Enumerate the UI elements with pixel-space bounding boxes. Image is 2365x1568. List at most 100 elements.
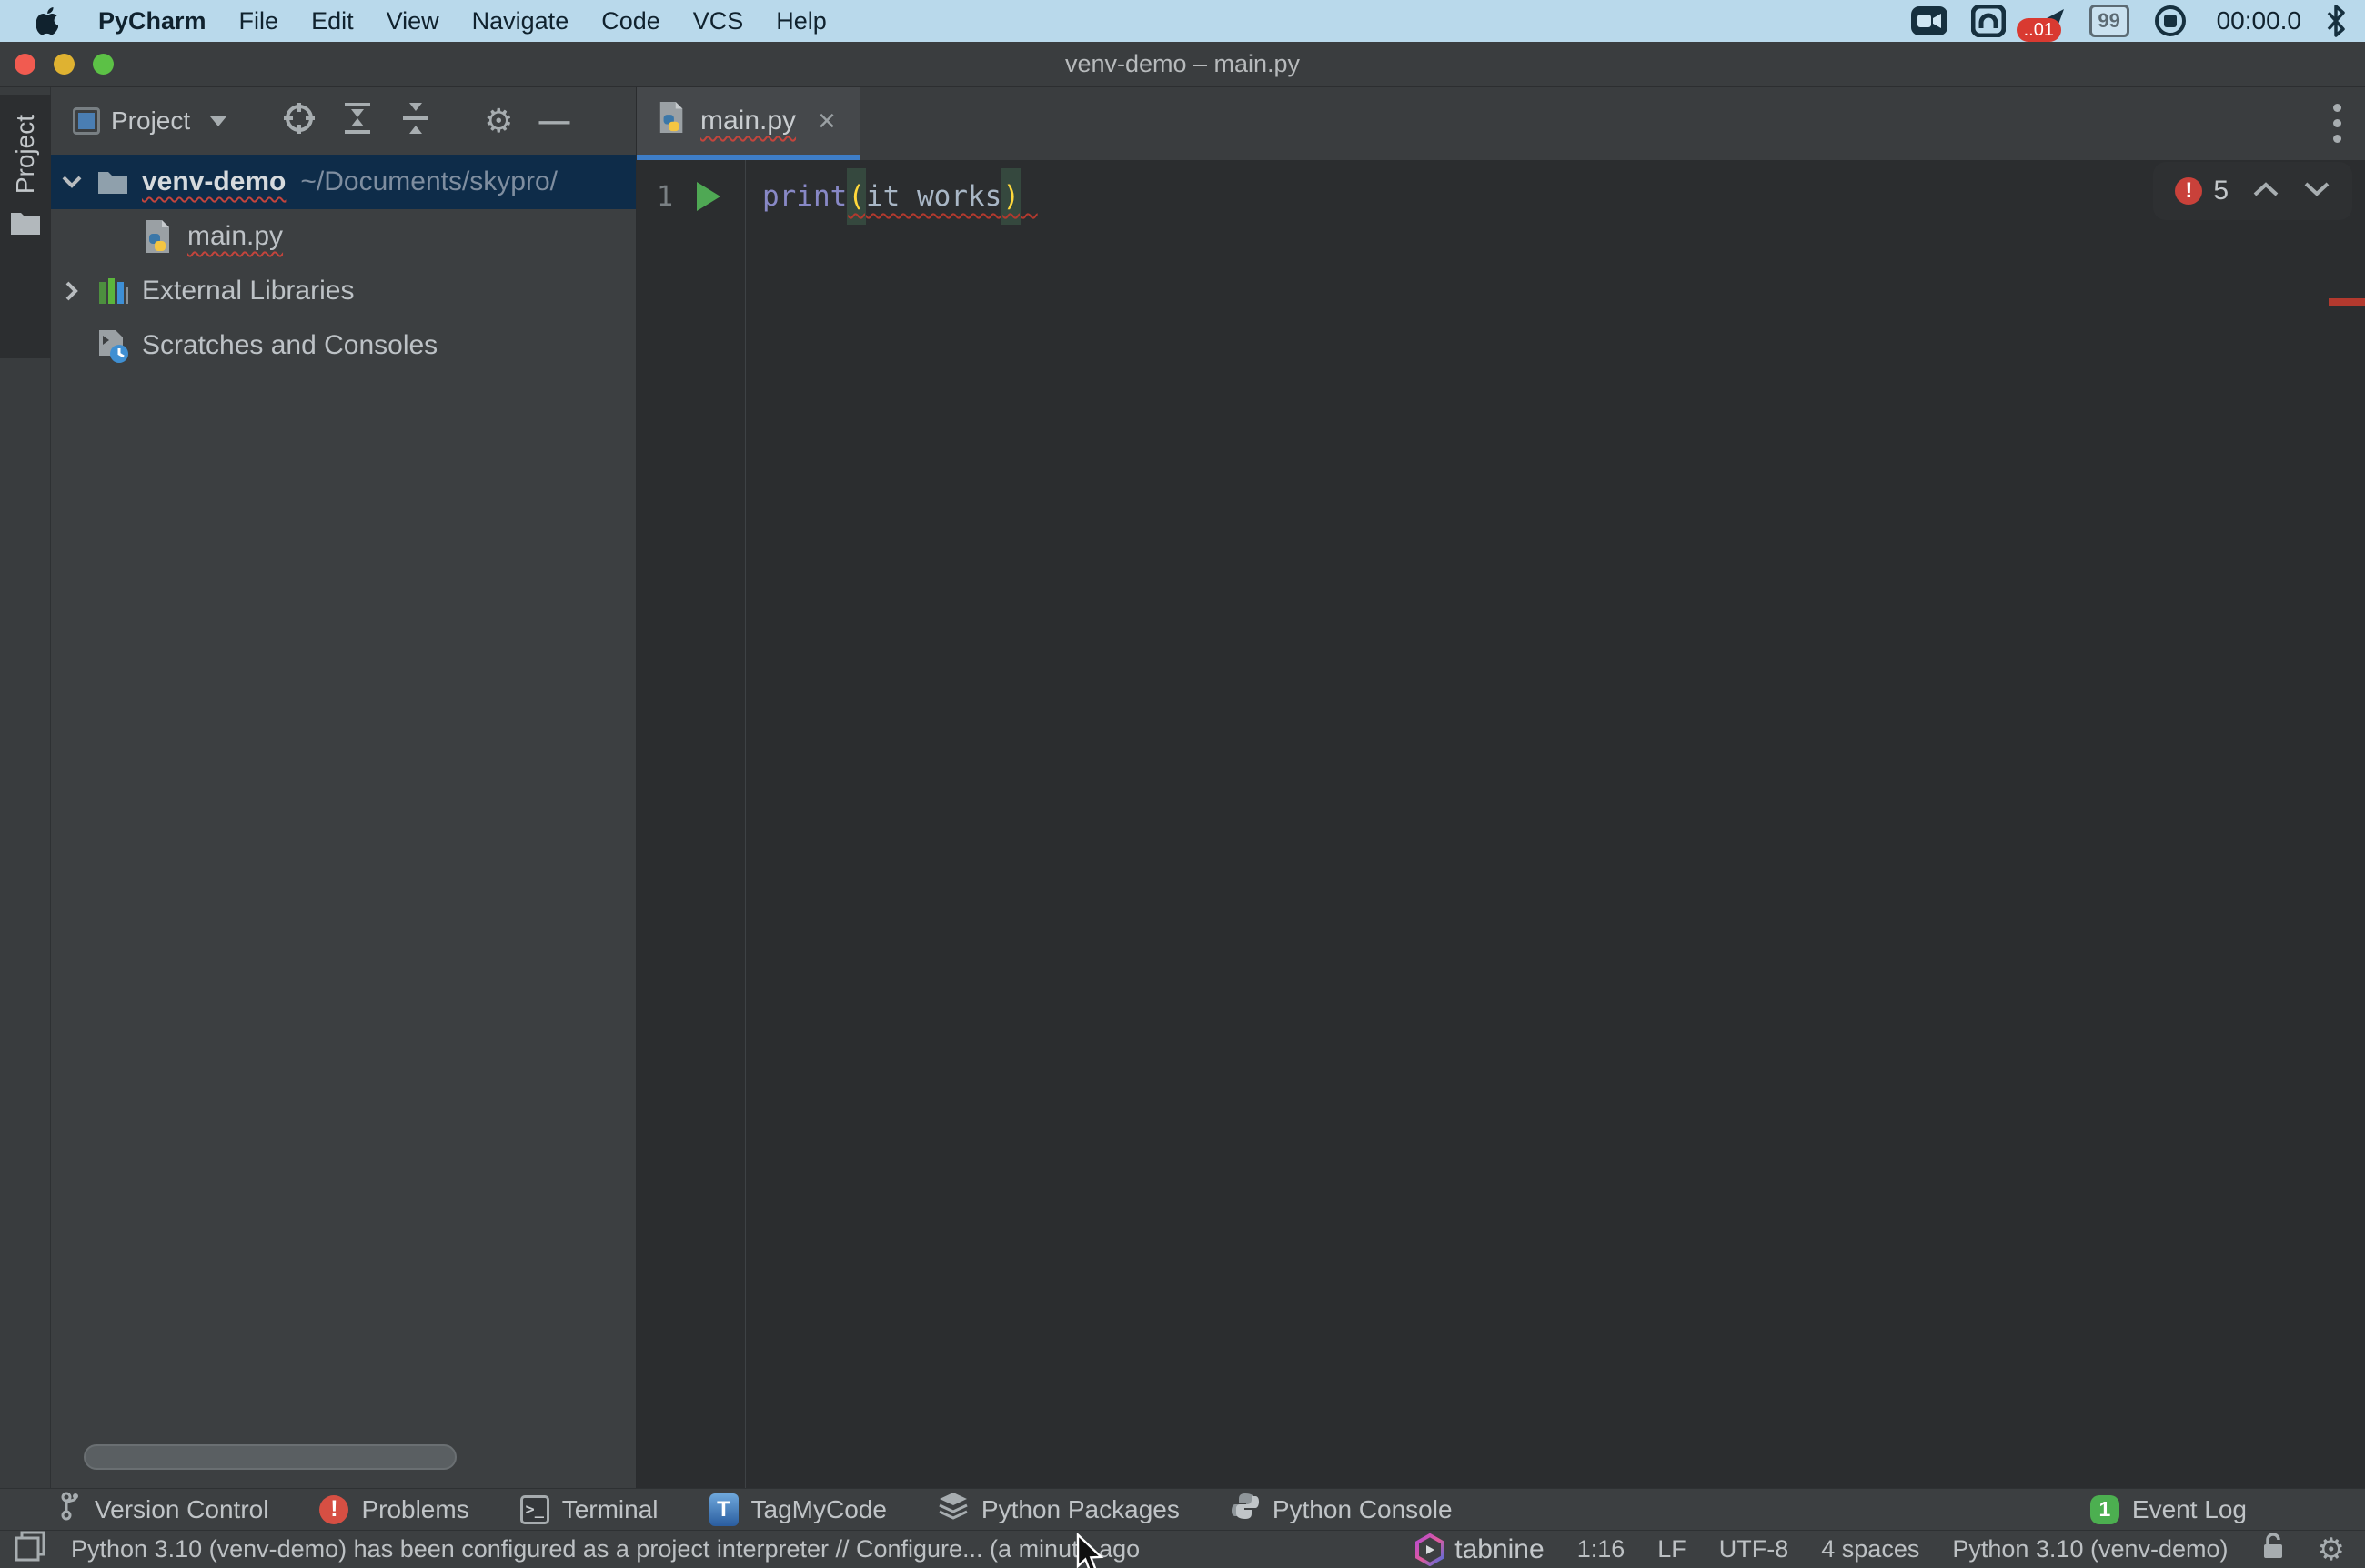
chevron-down-icon[interactable] — [51, 176, 93, 188]
tree-file-name: main.py — [187, 221, 283, 252]
event-log-badge: 1 — [2090, 1495, 2119, 1524]
toolwindow-python-console[interactable]: Python Console — [1231, 1492, 1453, 1527]
python-file-icon — [138, 218, 178, 255]
project-view-selector[interactable]: Project — [67, 101, 232, 141]
toolwindow-terminal[interactable]: >_ Terminal — [520, 1495, 659, 1524]
macos-menubar: PyCharm File Edit View Navigate Code VCS… — [0, 0, 2365, 42]
toolwindow-label: Python Packages — [981, 1495, 1180, 1524]
stripe-project-label: Project — [11, 115, 40, 194]
tree-row-venv-demo[interactable]: venv-demo ~/Documents/skypro/ — [51, 155, 636, 209]
error-stripe-mark[interactable] — [2329, 298, 2365, 306]
branch-icon — [60, 1492, 82, 1527]
close-tab-icon[interactable]: × — [818, 104, 836, 139]
folder-icon — [10, 210, 41, 240]
tree-external-libraries-label: External Libraries — [142, 276, 354, 307]
menu-code[interactable]: Code — [585, 7, 677, 35]
tab-label: main.py — [700, 106, 796, 136]
stripe-tab-project[interactable]: Project — [0, 95, 51, 358]
project-horizontal-scrollbar[interactable] — [51, 1444, 637, 1472]
statusbar-settings-gear-icon[interactable]: ⚙ — [2318, 1534, 2345, 1565]
project-root-path: ~/Documents/skypro/ — [300, 166, 558, 197]
caret-position[interactable]: 1:16 — [1577, 1535, 1625, 1563]
project-view-label: Project — [111, 106, 190, 136]
scrollbar-thumb[interactable] — [84, 1444, 457, 1470]
expand-all-button[interactable] — [341, 101, 374, 142]
apple-menu-icon[interactable] — [35, 7, 62, 35]
notification-badge: ..01 — [2017, 18, 2061, 42]
toolwindow-event-log[interactable]: 1 Event Log — [2090, 1495, 2247, 1524]
toolwindow-label: Python Console — [1273, 1495, 1453, 1524]
error-icon: ! — [2175, 177, 2202, 205]
code-close-paren: ) — [1001, 168, 1021, 225]
tabnine-label: tabnine — [1454, 1534, 1544, 1565]
toolwindow-python-packages[interactable]: Python Packages — [938, 1491, 1180, 1528]
python-file-icon — [657, 100, 688, 142]
menu-file[interactable]: File — [223, 7, 296, 35]
toolwindow-label: TagMyCode — [751, 1495, 887, 1524]
tool-window-stripe: Project — [0, 87, 51, 1488]
notification-app-icon[interactable]: ..01 — [2029, 5, 2066, 36]
keypad-icon[interactable]: 99 — [2089, 5, 2129, 37]
project-view-icon — [73, 107, 100, 135]
external-libraries-icon — [93, 276, 133, 306]
video-camera-icon[interactable] — [1911, 5, 1947, 37]
toolwindow-label: Event Log — [2132, 1495, 2247, 1524]
tool-window-switcher-icon[interactable] — [15, 1531, 45, 1568]
unlock-icon[interactable] — [2261, 1532, 2285, 1567]
window-titlebar[interactable]: venv-demo – main.py — [0, 42, 2365, 87]
locate-file-button[interactable] — [283, 102, 316, 141]
editor-area: main.py × 1 print(it works) ! — [637, 87, 2365, 1488]
toolwindow-problems[interactable]: ! Problems — [319, 1495, 468, 1524]
panel-settings-gear-icon[interactable]: ⚙ — [484, 105, 513, 137]
toolwindow-label: Version Control — [95, 1495, 268, 1524]
toolwindow-tagmycode[interactable]: T TagMyCode — [710, 1493, 887, 1526]
status-bar: Python 3.10 (venv-demo) has been configu… — [0, 1530, 2365, 1568]
editor-options-kebab-icon[interactable] — [2333, 104, 2341, 143]
collapse-all-button[interactable] — [399, 101, 432, 142]
window-title: venv-demo – main.py — [0, 50, 2365, 78]
pycharm-window: PyCharm File Edit View Navigate Code VCS… — [0, 0, 2365, 1568]
tree-row-external-libraries[interactable]: External Libraries — [51, 264, 636, 318]
menu-help[interactable]: Help — [760, 7, 843, 35]
code-argument: it works — [866, 180, 1001, 213]
menu-pycharm[interactable]: PyCharm — [82, 7, 223, 35]
tree-row-main-py[interactable]: main.py — [51, 209, 636, 264]
menu-view[interactable]: View — [370, 7, 456, 35]
previous-error-button[interactable] — [2252, 181, 2279, 202]
menubar-status-icons: ..01 99 00:00.0 — [1911, 4, 2347, 38]
toolwindow-label: Terminal — [562, 1495, 659, 1524]
menu-edit[interactable]: Edit — [295, 7, 370, 35]
problems-icon: ! — [319, 1495, 348, 1524]
file-encoding[interactable]: UTF-8 — [1719, 1535, 1789, 1563]
editor-body[interactable]: 1 print(it works) ! 5 — [637, 160, 2365, 1488]
tree-row-scratches[interactable]: Scratches and Consoles — [51, 318, 636, 373]
tool-window-bar: Version Control ! Problems >_ Terminal T… — [0, 1488, 2365, 1530]
tab-main-py[interactable]: main.py × — [637, 87, 860, 160]
next-error-button[interactable] — [2303, 181, 2330, 202]
toolwindow-label: Problems — [361, 1495, 468, 1524]
toolwindow-version-control[interactable]: Version Control — [60, 1492, 268, 1527]
menu-vcs[interactable]: VCS — [677, 7, 760, 35]
menu-navigate[interactable]: Navigate — [456, 7, 586, 35]
inspections-widget[interactable]: ! 5 — [2153, 162, 2352, 220]
chevron-down-icon — [210, 116, 226, 126]
code-line-1[interactable]: print(it works) — [746, 171, 2365, 222]
code-area[interactable]: print(it works) ! 5 — [746, 160, 2365, 1488]
bluetooth-icon[interactable] — [2325, 4, 2347, 38]
run-line-button[interactable] — [697, 182, 720, 211]
interpreter-widget[interactable]: Python 3.10 (venv-demo) — [1952, 1535, 2228, 1563]
python-logo-icon — [1231, 1492, 1260, 1527]
indent-setting[interactable]: 4 spaces — [1821, 1535, 1919, 1563]
project-root-name: venv-demo — [142, 166, 286, 197]
hide-panel-button[interactable]: — — [538, 106, 569, 136]
editor-gutter: 1 — [637, 160, 746, 1488]
record-timer: 00:00.0 — [2217, 6, 2301, 35]
tabnine-widget[interactable]: tabnine — [1414, 1533, 1544, 1566]
status-message[interactable]: Python 3.10 (venv-demo) has been configu… — [71, 1535, 1140, 1563]
project-tree: venv-demo ~/Documents/skypro/ main.py — [51, 155, 636, 373]
trackpad-app-icon[interactable] — [1971, 5, 2006, 37]
scratches-icon — [93, 328, 133, 363]
screen-record-icon[interactable] — [2153, 4, 2188, 38]
chevron-right-icon[interactable] — [51, 281, 93, 301]
line-ending[interactable]: LF — [1657, 1535, 1686, 1563]
